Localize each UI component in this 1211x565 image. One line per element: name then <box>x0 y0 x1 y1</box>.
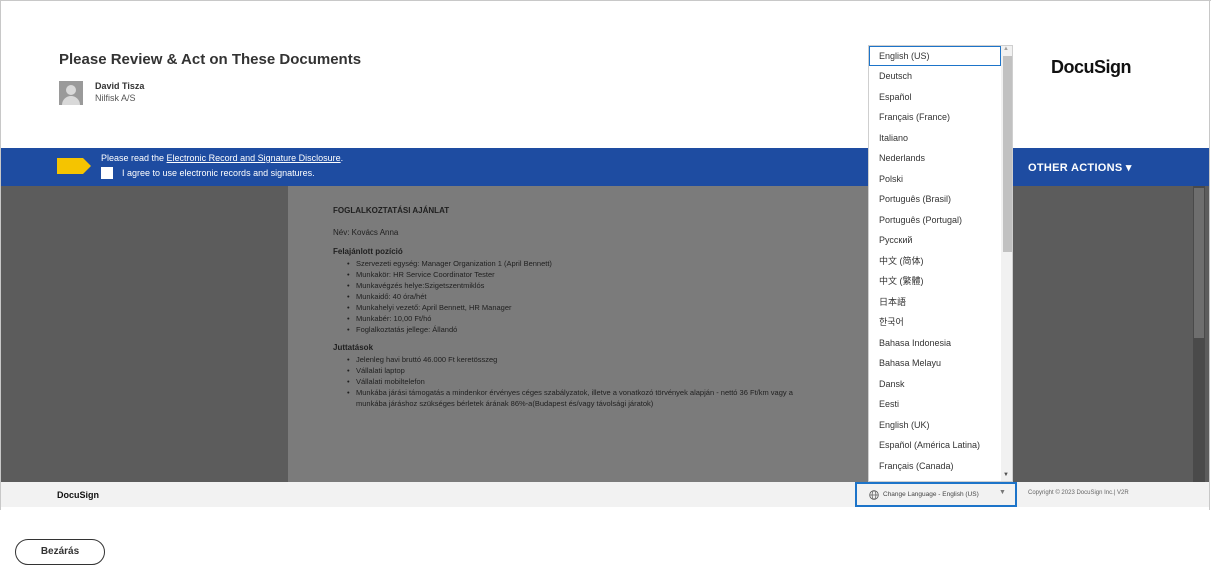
consent-banner: Please read the Electronic Record and Si… <box>1 148 1209 186</box>
change-language-label: Change Language - English (US) <box>883 491 979 498</box>
language-option[interactable]: Português (Portugal) <box>869 210 1001 231</box>
other-actions-menu-button[interactable]: OTHER ACTIONS ▾ <box>1028 161 1132 174</box>
document-heading: FOGLALKOZTATÁSI AJÁNLAT <box>333 206 450 215</box>
language-option[interactable]: Bahasa Indonesia <box>869 333 1001 354</box>
disclosure-prefix: Please read the <box>101 153 167 163</box>
document-section-list: Jelenleg havi bruttó 46.000 Ft keretössz… <box>333 354 878 409</box>
list-item: Munkaidő: 40 óra/hét <box>347 291 878 302</box>
language-option[interactable]: Dansk <box>869 374 1001 395</box>
agree-checkbox[interactable] <box>101 167 113 179</box>
tag-icon <box>57 158 91 174</box>
list-item: Szervezeti egység: Manager Organization … <box>347 258 878 269</box>
globe-icon <box>869 490 879 500</box>
language-option-selected[interactable]: English (US) <box>869 46 1001 66</box>
language-option[interactable]: Español (América Latina) <box>869 435 1001 456</box>
footer: DocuSign Change Language - English (US) … <box>1 482 1209 507</box>
document-section-title: Juttatások <box>333 343 374 352</box>
language-dropdown-scrollbar-thumb[interactable] <box>1003 56 1012 252</box>
document-section-title: Felajánlott pozíció <box>333 247 403 256</box>
list-item: Foglalkoztatás jellege: Állandó <box>347 324 878 335</box>
list-item: Munkahelyi vezető: April Bennett, HR Man… <box>347 302 878 313</box>
caret-down-icon: ▼ <box>999 489 1006 496</box>
sender-name: David Tisza <box>95 81 145 91</box>
language-option[interactable]: 한국어 <box>869 312 1001 333</box>
avatar-body-shape <box>62 96 80 105</box>
document-scrollbar-thumb[interactable] <box>1194 188 1204 338</box>
docusign-logo: DocuSign <box>1051 57 1132 77</box>
list-item: Vállalati mobiltelefon <box>347 376 878 387</box>
scroll-up-arrow-icon[interactable]: ▲ <box>1003 46 1009 52</box>
language-option[interactable]: Bahasa Melayu <box>869 353 1001 374</box>
change-language-button[interactable]: Change Language - English (US) ▼ <box>855 482 1017 507</box>
avatar-head-shape <box>66 85 76 95</box>
language-option[interactable]: Français (Canada) <box>869 456 1001 477</box>
agree-label[interactable]: I agree to use electronic records and si… <box>122 168 315 178</box>
avatar <box>59 81 83 105</box>
language-option[interactable]: Italiano <box>869 128 1001 149</box>
document-section-list: Szervezeti egység: Manager Organization … <box>333 258 878 335</box>
docusign-signing-page: Please Review & Act on These Documents D… <box>0 0 1211 565</box>
list-item: Munkába járási támogatás a mindenkor érv… <box>347 387 807 409</box>
document-viewer: FOGLALKOZTATÁSI AJÁNLAT Név: Kovács Anna… <box>1 186 1209 482</box>
language-dropdown-scrollbar[interactable]: ▲ ▼ <box>1001 46 1012 481</box>
language-option[interactable]: 中文 (繁體) <box>869 271 1001 292</box>
list-item: Vállalati laptop <box>347 365 878 376</box>
disclosure-link[interactable]: Electronic Record and Signature Disclosu… <box>167 153 341 163</box>
language-dropdown[interactable]: English (US) Deutsch Español Français (F… <box>868 45 1013 482</box>
document-name-line: Név: Kovács Anna <box>333 228 399 237</box>
language-option[interactable]: 中文 (简体) <box>869 251 1001 272</box>
scroll-down-arrow-icon[interactable]: ▼ <box>1003 472 1009 478</box>
disclosure-suffix: . <box>340 153 344 163</box>
language-option[interactable]: Deutsch <box>869 66 1001 87</box>
language-option[interactable]: Português (Brasil) <box>869 189 1001 210</box>
document-scrollbar[interactable] <box>1193 186 1205 482</box>
language-option[interactable]: English (UK) <box>869 415 1001 436</box>
page-title: Please Review & Act on These Documents <box>59 51 362 68</box>
language-options-list: English (US) Deutsch Español Français (F… <box>869 46 1001 476</box>
footer-docusign-logo: DocuSign <box>57 490 99 500</box>
list-item: Munkavégzés helye:Szigetszentmiklós <box>347 280 878 291</box>
language-option[interactable]: Polski <box>869 169 1001 190</box>
disclosure-text: Please read the Electronic Record and Si… <box>101 153 343 163</box>
language-option[interactable]: Eesti <box>869 394 1001 415</box>
header: Please Review & Act on These Documents D… <box>1 1 1209 147</box>
list-item: Munkabér: 10,00 Ft/hó <box>347 313 878 324</box>
language-option[interactable]: Nederlands <box>869 148 1001 169</box>
list-item: Jelenleg havi bruttó 46.000 Ft keretössz… <box>347 354 878 365</box>
frame-border-right <box>1209 0 1210 510</box>
language-option[interactable]: Русский <box>869 230 1001 251</box>
language-option[interactable]: Français (France) <box>869 107 1001 128</box>
copyright-text: Copyright © 2023 DocuSign Inc.| V2R <box>1028 490 1129 496</box>
sender-organization: Nilfisk A/S <box>95 93 136 103</box>
close-button[interactable]: Bezárás <box>15 539 105 565</box>
list-item: Munkakör: HR Service Coordinator Tester <box>347 269 878 280</box>
language-option[interactable]: 日本語 <box>869 292 1001 313</box>
language-option[interactable]: Español <box>869 87 1001 108</box>
document-page: FOGLALKOZTATÁSI AJÁNLAT Név: Kovács Anna… <box>288 186 878 482</box>
